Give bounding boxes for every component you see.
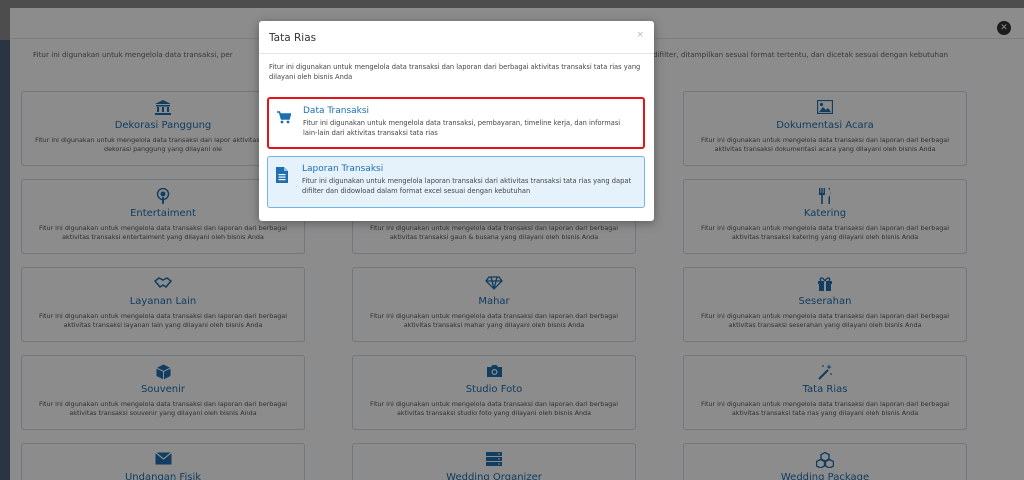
option-laporan-transaksi[interactable]: Laporan Transaksi Fitur ini digunakan un… bbox=[267, 156, 645, 208]
tata-rias-modal: Tata Rias × Fitur ini digunakan untuk me… bbox=[259, 21, 654, 221]
option-title: Data Transaksi bbox=[303, 106, 370, 116]
option-description: Fitur ini digunakan untuk mengelola data… bbox=[303, 119, 621, 137]
modal-title: Tata Rias bbox=[269, 32, 317, 44]
document-icon bbox=[276, 167, 290, 183]
modal-close-button[interactable]: × bbox=[636, 30, 644, 40]
modal-description: Fitur ini digunakan untuk mengelola data… bbox=[269, 63, 641, 81]
option-data-transaksi[interactable]: Data Transaksi Fitur ini digunakan untuk… bbox=[267, 97, 645, 149]
modal-header-divider bbox=[259, 53, 654, 54]
cart-icon bbox=[277, 109, 292, 125]
option-description: Fitur ini digunakan untuk mengelola lapo… bbox=[302, 177, 632, 195]
option-title: Laporan Transaksi bbox=[302, 164, 384, 174]
